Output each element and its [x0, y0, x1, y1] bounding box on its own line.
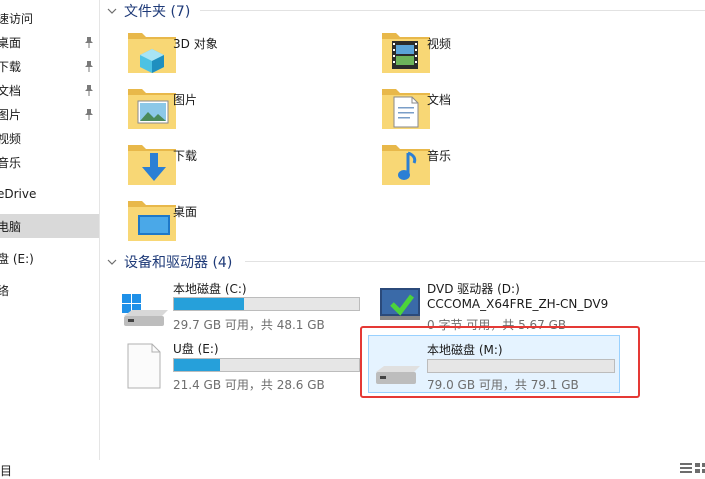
sidebar-item-documents[interactable]: 文档	[0, 79, 99, 101]
sidebar-item-onedrive[interactable]: eDrive	[0, 183, 99, 205]
red-highlight-annotation	[360, 326, 640, 398]
chevron-down-icon	[107, 8, 117, 14]
drive-usage-bar	[173, 358, 360, 372]
drive-space-info: 21.4 GB 可用，共 28.6 GB	[173, 378, 325, 392]
pin-icon	[85, 85, 93, 96]
drive-usage-bar	[173, 297, 360, 311]
folders-section-title: 文件夹 (7)	[124, 4, 191, 20]
sidebar-item-quick-access[interactable]: 速访问	[0, 7, 99, 29]
sidebar-item-label: 图片	[0, 107, 22, 122]
sidebar-item-videos[interactable]: 视频	[0, 127, 99, 149]
sidebar-item-usb-drive[interactable]: 盘 (E:)	[0, 247, 99, 269]
pin-icon	[85, 37, 93, 48]
windows-drive-icon	[122, 294, 168, 326]
sidebar-item-label: 盘 (E:)	[0, 251, 34, 266]
sidebar-item-label: eDrive	[0, 187, 37, 201]
folder-label: 3D 对象	[173, 37, 218, 51]
sidebar-item-label: 电脑	[0, 219, 22, 234]
folder-label: 下载	[173, 149, 198, 163]
navigation-pane: 速访问 桌面 下载 文档 图片 视频 音乐 eDrive 电脑 盘 (E:) 络	[0, 0, 100, 460]
status-item-count: 目	[0, 464, 13, 478]
folder-label: 音乐	[427, 149, 452, 163]
sidebar-item-label: 音乐	[0, 155, 22, 170]
drive-volume-label: CCCOMA_X64FRE_ZH-CN_DV9	[427, 297, 609, 311]
usb-drive-icon	[127, 343, 161, 389]
sidebar-item-network[interactable]: 络	[0, 279, 99, 301]
sidebar-item-label: 速访问	[0, 11, 34, 26]
drive-name: U盘 (E:)	[173, 342, 219, 356]
dvd-drive-icon	[380, 288, 420, 320]
drives-section-title: 设备和驱动器 (4)	[124, 255, 233, 271]
sidebar-item-this-pc[interactable]: 电脑	[0, 214, 99, 238]
drives-section-header[interactable]: 设备和驱动器 (4)	[106, 252, 232, 272]
chevron-down-icon	[107, 259, 117, 265]
folders-section-header[interactable]: 文件夹 (7)	[106, 1, 190, 21]
folder-label: 视频	[427, 37, 452, 51]
sidebar-item-label: 络	[0, 283, 10, 298]
folder-label: 文档	[427, 93, 452, 107]
sidebar-item-label: 视频	[0, 131, 22, 146]
sidebar-item-label: 桌面	[0, 35, 22, 50]
folder-label: 图片	[173, 93, 198, 107]
folder-label: 桌面	[173, 205, 198, 219]
drive-name: 本地磁盘 (C:)	[173, 282, 247, 296]
drive-space-info: 29.7 GB 可用，共 48.1 GB	[173, 318, 325, 332]
sidebar-item-downloads[interactable]: 下载	[0, 55, 99, 77]
view-switcher	[680, 463, 705, 473]
drive-name: DVD 驱动器 (D:)	[427, 282, 520, 296]
sidebar-item-label: 文档	[0, 83, 22, 98]
sidebar-item-desktop[interactable]: 桌面	[0, 31, 99, 53]
section-divider	[245, 261, 705, 262]
details-view-icon[interactable]	[680, 463, 692, 473]
sidebar-item-label: 下载	[0, 59, 22, 74]
sidebar-item-pictures[interactable]: 图片	[0, 103, 99, 125]
sidebar-item-music[interactable]: 音乐	[0, 151, 99, 173]
section-divider	[200, 10, 705, 11]
large-icons-view-icon[interactable]	[695, 463, 705, 473]
pin-icon	[85, 109, 93, 120]
pin-icon	[85, 61, 93, 72]
